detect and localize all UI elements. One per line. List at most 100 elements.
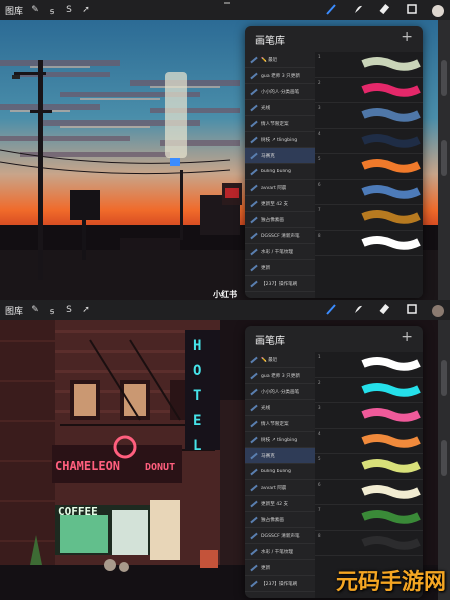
brush-stroke-preview [361, 433, 421, 448]
brush-set-label: DGSSCF 清新声笔 [261, 233, 300, 239]
brush-set-thumb-icon [250, 104, 258, 111]
brush-item[interactable]: 7 [315, 205, 423, 231]
panel-header: 画笔库 + [245, 26, 423, 50]
brush-item[interactable]: 2 [315, 378, 423, 403]
brush-number: 8 [318, 232, 321, 238]
brush-stroke-preview [361, 133, 421, 148]
brush-set-item[interactable]: 更新 [245, 260, 315, 276]
brush-number: 6 [318, 181, 321, 187]
brush-set-item[interactable]: 小小的人·分类画笔 [245, 384, 315, 400]
brush-item[interactable]: 5 [315, 454, 423, 480]
brush-item[interactable]: 8 [315, 531, 423, 556]
transform-icon[interactable]: ➚ [81, 5, 91, 15]
brush-item[interactable]: 5 [315, 154, 423, 180]
add-brush-set-button[interactable]: + [401, 29, 413, 45]
brush-set-item[interactable]: 情人节限定案 [245, 116, 315, 132]
brush-set-item[interactable]: 水彩 / 干笔纹理 [245, 544, 315, 560]
brush-set-item[interactable]: DGSSCF 清新声笔 [245, 528, 315, 544]
brush-set-item[interactable]: 光线 [245, 400, 315, 416]
brush-set-item[interactable]: 树枝 ↗ tlingbing [245, 132, 315, 148]
layers-icon[interactable] [405, 3, 419, 18]
brush-set-item[interactable]: gua 老师 3 只更新 [245, 68, 315, 84]
transform-icon[interactable]: ➚ [81, 305, 91, 315]
brush-item[interactable]: 6 [315, 180, 423, 205]
layers-icon[interactable] [405, 303, 419, 318]
brush-item[interactable]: 7 [315, 505, 423, 531]
brush-item[interactable]: 6 [315, 480, 423, 505]
brush-item[interactable]: 1 [315, 52, 423, 78]
gallery-button-2[interactable]: 图库 [5, 304, 23, 317]
procreate-screen-top: 图库 ✎ ꟊ S ➚ 画笔库 + ✏️ 最近 gua 老师 3 只更新 小小的人… [0, 0, 450, 300]
brush-set-item[interactable]: 独占像素画 [245, 512, 315, 528]
brush-set-item[interactable]: ✏️ 最近 [245, 352, 315, 368]
brush-set-item[interactable]: 独占像素画 [245, 212, 315, 228]
brush-set-item[interactable]: avvart 阿晨 [245, 480, 315, 496]
brush-stroke-preview [361, 184, 421, 199]
brush-set-item[interactable]: 树枝 ↗ tlingbing [245, 432, 315, 448]
brush-set-thumb-icon [250, 356, 258, 363]
brush-set-item[interactable]: 光线 [245, 100, 315, 116]
brush-icon[interactable] [324, 303, 338, 318]
left-sidebar [438, 20, 450, 300]
brush-item[interactable]: 8 [315, 231, 423, 256]
brush-library-panel: 画笔库 + ✏️ 最近 gua 老师 3 只更新 小小的人·分类画笔 光线 情人节限定案… [245, 26, 423, 298]
color-picker-button[interactable] [432, 4, 444, 17]
brush-set-thumb-icon [250, 516, 258, 523]
brush-set-item[interactable]: 情人节限定案 [245, 416, 315, 432]
brush-set-item[interactable]: 【237】操作笔刷 [245, 276, 315, 292]
wrench-icon[interactable]: ✎ [30, 5, 40, 15]
brush-set-label: avvart 阿晨 [261, 185, 287, 191]
brush-set-item[interactable]: 小小的人·分类画笔 [245, 84, 315, 100]
brush-set-item[interactable]: 马赛克 [245, 148, 315, 164]
eraser-icon[interactable] [378, 303, 392, 318]
brush-set-item[interactable]: buling buling [245, 164, 315, 180]
gallery-button[interactable]: 图库 [5, 4, 23, 17]
brush-set-item[interactable]: buling buling [245, 464, 315, 480]
brush-set-label: 小小的人·分类画笔 [261, 389, 300, 395]
brush-item[interactable]: 1 [315, 352, 423, 378]
smudge-icon[interactable] [351, 303, 365, 318]
color-picker-button[interactable] [432, 304, 444, 317]
adjustments-icon[interactable]: ꟊ [47, 304, 57, 317]
brush-item[interactable]: 4 [315, 129, 423, 154]
selection-icon[interactable]: S [64, 5, 74, 15]
brush-set-item[interactable]: 更新至 42 支 [245, 196, 315, 212]
brush-number: 3 [318, 105, 321, 110]
brush-set-item[interactable]: 水彩 / 干笔纹理 [245, 244, 315, 260]
brush-stroke-path [361, 210, 421, 224]
hotel-neon-sign-e: E [193, 413, 201, 429]
brush-set-thumb-icon [250, 248, 258, 255]
brush-stroke-path [361, 235, 421, 250]
brush-item[interactable]: 3 [315, 103, 423, 129]
brush-item[interactable]: 3 [315, 403, 423, 429]
brush-size-slider[interactable] [441, 360, 447, 396]
smudge-icon[interactable] [351, 3, 365, 18]
brush-set-item[interactable]: 更新 [245, 560, 315, 576]
wrench-icon[interactable]: ✎ [30, 305, 40, 315]
brush-size-slider[interactable] [441, 60, 447, 96]
brush-set-item[interactable]: 马赛克 [245, 448, 315, 464]
brush-set-item[interactable]: avvart 阿晨 [245, 180, 315, 196]
add-brush-set-button-2[interactable]: + [401, 329, 413, 345]
brush-set-thumb-icon [250, 564, 258, 571]
brush-number: 2 [318, 379, 321, 385]
opacity-slider[interactable] [441, 140, 447, 176]
brush-set-item[interactable]: DGSSCF 清新声笔 [245, 228, 315, 244]
brush-set-label: 独占像素画 [261, 517, 284, 523]
brush-item[interactable]: 2 [315, 78, 423, 103]
opacity-slider[interactable] [441, 440, 447, 476]
brush-number: 1 [318, 54, 321, 59]
hotel-neon-sign: H [193, 338, 201, 354]
brush-set-item[interactable]: gua 老师 3 只更新 [245, 368, 315, 384]
eraser-icon[interactable] [378, 3, 392, 18]
chameleon-neon-sign: CHAMELEON [55, 459, 120, 473]
selection-icon[interactable]: S [64, 305, 74, 315]
brush-set-list-2: ✏️ 最近 gua 老师 3 只更新小小的人·分类画笔光线 情人节限定案 树枝 ↗ t… [245, 352, 315, 592]
adjustments-icon[interactable]: ꟊ [47, 4, 57, 17]
brush-icon[interactable] [324, 3, 338, 18]
brush-stroke-path [361, 159, 421, 173]
brush-set-item[interactable]: ✏️ 最近 [245, 52, 315, 68]
brush-set-item[interactable]: 更新至 42 支 [245, 496, 315, 512]
brush-item[interactable]: 4 [315, 429, 423, 454]
brush-set-item[interactable]: 【237】操作笔刷 [245, 576, 315, 592]
